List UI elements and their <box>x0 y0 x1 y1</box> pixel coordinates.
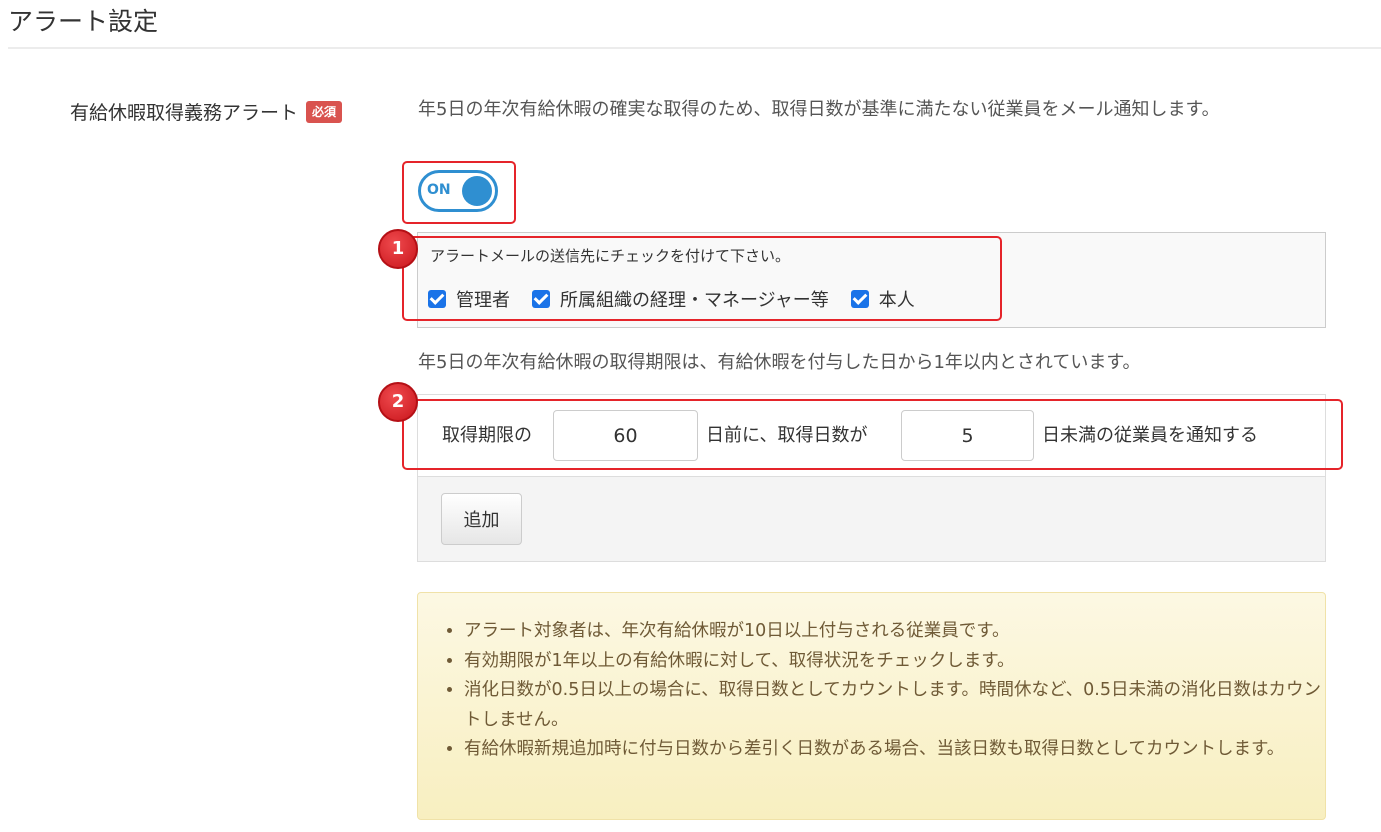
deadline-highlight-box <box>402 399 1343 470</box>
required-badge: 必須 <box>306 100 343 123</box>
toggle-highlight-box <box>402 161 516 224</box>
list-item: 有効期限が1年以上の有給休暇に対して、取得状況をチェックします。 <box>464 647 1324 677</box>
info-notes-list: アラート対象者は、年次有給休暇が10日以上付与される従業員です。 有効期限が1年… <box>440 617 1324 765</box>
field-label: 有給休暇取得義務アラート 必須 <box>70 98 343 125</box>
recipients-highlight-box <box>402 236 1002 321</box>
step-1-badge: 1 <box>378 229 418 269</box>
title-divider <box>8 47 1381 49</box>
deadline-note: 年5日の年次有給休暇の取得期限は、有給休暇を付与した日から1年以内とされています… <box>418 352 1141 373</box>
list-item: アラート対象者は、年次有給休暇が10日以上付与される従業員です。 <box>464 617 1324 647</box>
field-label-text: 有給休暇取得義務アラート <box>70 102 299 124</box>
step-2-badge: 2 <box>378 382 418 422</box>
list-item: 消化日数が0.5日以上の場合に、取得日数としてカウントします。時間休など、0.5… <box>464 676 1324 735</box>
list-item: 有給休暇新規追加時に付与日数から差引く日数がある場合、当該日数も取得日数としてカ… <box>464 735 1324 765</box>
add-button[interactable]: 追加 <box>441 493 522 545</box>
page-title: アラート設定 <box>8 7 159 36</box>
alert-description: 年5日の年次有給休暇の確実な取得のため、取得日数が基準に満たない従業員をメール通… <box>418 99 1220 120</box>
